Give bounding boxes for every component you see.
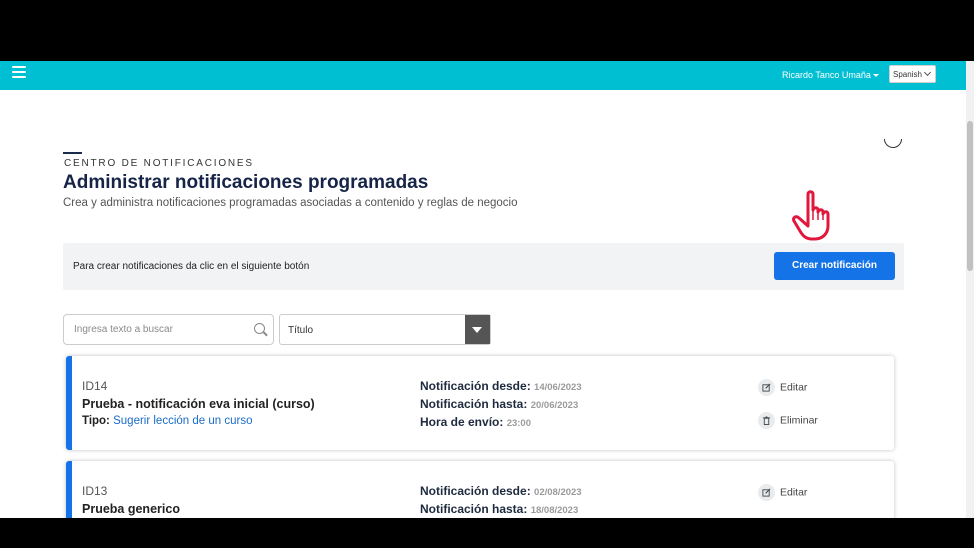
edit-button[interactable]: Editar xyxy=(758,379,807,396)
type-link[interactable]: Sugerir lección de un curso xyxy=(113,415,252,427)
page-subtitle: Crea y administra notificaciones program… xyxy=(63,197,518,209)
date-to: Notificación hasta: 20/06/2023 xyxy=(420,397,578,411)
date-from-value: 14/06/2023 xyxy=(534,382,582,393)
delete-button[interactable]: Eliminar xyxy=(758,412,818,429)
section-eyebrow: CENTRO DE NOTIFICACIONES xyxy=(64,158,254,169)
date-to-label: Notificación hasta: xyxy=(420,397,528,411)
type-label: Tipo: xyxy=(82,415,110,427)
notification-name: Prueba - notificación eva inicial (curso… xyxy=(82,397,315,411)
date-to-label: Notificación hasta: xyxy=(420,502,528,516)
notification-id: ID13 xyxy=(82,484,108,498)
title-accent-line xyxy=(63,152,82,154)
date-from: Notificación desde: 14/06/2023 xyxy=(420,379,582,393)
scrollbar-thumb[interactable] xyxy=(967,121,973,271)
date-to: Notificación hasta: 18/08/2023 xyxy=(420,502,578,516)
delete-label: Eliminar xyxy=(780,414,818,427)
page-title: Administrar notificaciones programadas xyxy=(63,172,429,193)
send-time: Hora de envío: 23:00 xyxy=(420,415,531,429)
date-from-label: Notificación desde: xyxy=(420,484,531,498)
search-icon[interactable] xyxy=(254,323,265,334)
partial-circle-icon[interactable] xyxy=(884,139,902,148)
edit-label: Editar xyxy=(780,486,808,499)
pointer-hand-icon xyxy=(792,190,830,241)
top-navbar: Ricardo Tanco Umaña Spanish xyxy=(0,61,966,90)
page-scrollbar[interactable] xyxy=(966,61,974,518)
select-dropdown-icon[interactable] xyxy=(465,315,490,344)
date-from-label: Notificación desde: xyxy=(420,379,531,393)
app-screen: Ricardo Tanco Umaña Spanish CENTRO DE NO… xyxy=(0,61,974,518)
notification-name: Prueba generico xyxy=(82,502,180,516)
trash-icon xyxy=(758,412,775,429)
edit-label: Editar xyxy=(780,381,808,394)
create-banner: Para crear notificaciones da clic en el … xyxy=(63,243,904,290)
create-notification-button[interactable]: Crear notificación xyxy=(774,252,895,280)
date-to-value: 20/06/2023 xyxy=(530,400,579,411)
send-time-value: 23:00 xyxy=(506,418,532,429)
menu-icon[interactable] xyxy=(12,66,26,78)
date-from: Notificación desde: 02/08/2023 xyxy=(420,484,582,498)
edit-icon xyxy=(758,379,775,396)
date-from-value: 02/08/2023 xyxy=(534,487,582,498)
notification-card: ID13 Prueba generico Notificación desde:… xyxy=(66,461,894,518)
notification-card: ID14 Prueba - notificación eva inicial (… xyxy=(66,356,894,450)
user-menu[interactable]: Ricardo Tanco Umaña xyxy=(782,70,879,80)
search-box xyxy=(63,314,274,345)
banner-text: Para crear notificaciones da clic en el … xyxy=(73,261,310,272)
bottom-letterbox xyxy=(0,518,974,548)
language-select[interactable]: Spanish xyxy=(889,65,936,83)
language-value: Spanish xyxy=(893,70,922,79)
notification-id: ID14 xyxy=(82,379,108,393)
caret-down-icon xyxy=(872,74,879,78)
notification-type: Tipo: Sugerir lección de un curso xyxy=(82,415,252,427)
chevron-down-icon xyxy=(923,68,932,77)
search-input[interactable] xyxy=(64,315,264,344)
edit-icon xyxy=(758,484,775,501)
send-time-label: Hora de envío: xyxy=(420,415,504,429)
user-name: Ricardo Tanco Umaña xyxy=(782,70,871,80)
edit-button[interactable]: Editar xyxy=(758,484,807,501)
date-to-value: 18/08/2023 xyxy=(530,505,579,516)
filter-select-value: Título xyxy=(288,325,314,336)
filter-select[interactable]: Título xyxy=(279,314,491,345)
